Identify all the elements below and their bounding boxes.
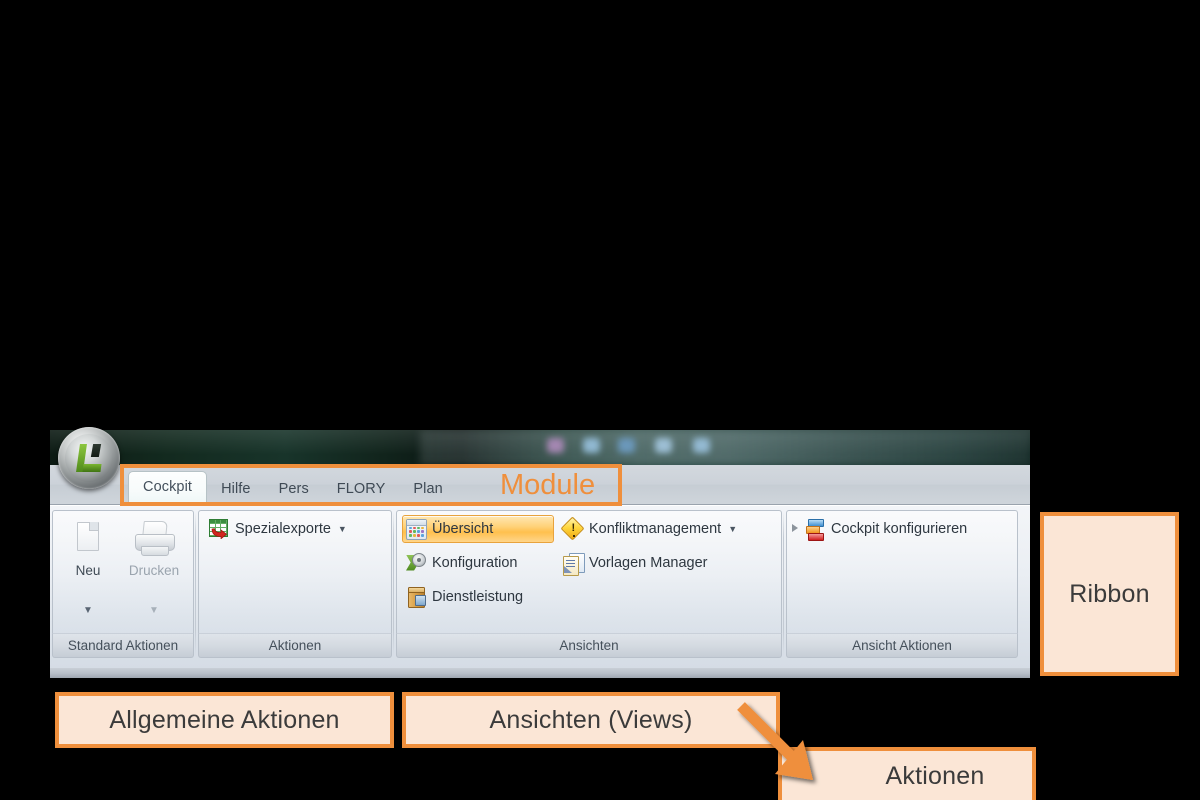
group-label-standard-aktionen: Standard Aktionen <box>52 633 194 658</box>
group-separator-2 <box>393 512 394 656</box>
callout-ansichten-views: Ansichten (Views) <box>402 692 780 748</box>
qa-blob-violet-icon[interactable] <box>547 438 564 453</box>
ribbon-panel: Neu ▼ Drucken ▼ Standard Aktionen Spezia… <box>50 505 1030 668</box>
ribbon-group-standard-aktionen: Neu ▼ Drucken ▼ Standard Aktionen <box>52 510 194 660</box>
button-uebersicht[interactable]: Übersicht <box>402 515 554 543</box>
group-body-standard-aktionen: Neu ▼ Drucken ▼ <box>52 510 194 633</box>
calendar-overview-icon <box>406 518 427 540</box>
titlebar-glass-sheen <box>420 430 1030 465</box>
button-drucken-dropdown-arrow-icon[interactable]: ▼ <box>123 605 185 616</box>
application-menu-orb-button[interactable] <box>58 427 120 489</box>
red-export-arrow-icon <box>211 527 227 539</box>
new-document-icon <box>57 515 119 561</box>
callout-ribbon: Ribbon <box>1040 512 1179 676</box>
button-cockpit-konfigurieren[interactable]: Cockpit konfigurieren <box>791 515 973 543</box>
window-titlebar <box>50 430 1030 465</box>
group-separator-3 <box>783 512 784 656</box>
group-body-aktionen: Spezialexporte ▼ <box>198 510 392 633</box>
button-cockpit-konfigurieren-label: Cockpit konfigurieren <box>831 521 968 537</box>
qa-blob-blue-4-icon[interactable] <box>693 438 710 453</box>
service-box-icon <box>406 586 427 608</box>
group-label-ansichten: Ansichten <box>396 633 782 658</box>
button-dienstleistung[interactable]: Dienstleistung <box>402 583 529 611</box>
button-neu[interactable]: Neu ▼ <box>57 515 119 616</box>
callout-ribbon-label: Ribbon <box>1069 579 1150 608</box>
qa-blob-blue-2-icon[interactable] <box>618 438 635 453</box>
group-body-ansichten: Übersicht ! Konfliktmanagement ▼ Konfigu… <box>396 510 782 633</box>
group-separator-1 <box>195 512 196 656</box>
button-konfliktmanagement-dropdown-arrow-icon[interactable]: ▼ <box>728 524 737 534</box>
printer-icon <box>123 515 185 561</box>
callout-aktionen-label: Aktionen <box>885 761 985 790</box>
ribbon-group-ansichten: Übersicht ! Konfliktmanagement ▼ Konfigu… <box>396 510 782 660</box>
screenshot-canvas: Cockpit Hilfe Pers FLORY Plan Neu ▼ Druc… <box>0 0 1200 800</box>
expander-triangle-icon[interactable] <box>792 524 798 532</box>
button-spezialexporte-label: Spezialexporte <box>235 521 331 537</box>
qa-blob-blue-3-icon[interactable] <box>655 438 672 453</box>
spreadsheet-export-icon <box>209 518 230 540</box>
button-dienstleistung-label: Dienstleistung <box>432 589 524 605</box>
button-drucken[interactable]: Drucken ▼ <box>123 515 185 616</box>
document-stack-icon <box>563 552 585 576</box>
gear-arrow-icon <box>406 552 427 574</box>
group-body-ansicht-aktionen: Cockpit konfigurieren <box>786 510 1018 633</box>
group-label-aktionen: Aktionen <box>198 633 392 658</box>
callout-allgemeine-aktionen-label: Allgemeine Aktionen <box>109 705 340 734</box>
button-spezialexporte[interactable]: Spezialexporte ▼ <box>205 515 353 543</box>
button-neu-label: Neu <box>75 563 101 578</box>
cockpit-configure-icon <box>805 518 826 541</box>
button-konfliktmanagement[interactable]: ! Konfliktmanagement ▼ <box>559 515 743 543</box>
app-orb-logo-icon <box>76 444 102 472</box>
button-konfiguration-label: Konfiguration <box>432 555 518 571</box>
window-bottom-edge <box>50 668 1030 678</box>
button-drucken-label: Drucken <box>128 563 180 578</box>
qa-blob-blue-1-icon[interactable] <box>583 438 600 453</box>
button-uebersicht-label: Übersicht <box>432 521 494 537</box>
button-spezialexporte-dropdown-arrow-icon[interactable]: ▼ <box>338 524 347 534</box>
annotation-arrow-icon <box>737 702 813 780</box>
button-konfliktmanagement-label: Konfliktmanagement <box>589 521 722 537</box>
warning-diamond-icon: ! <box>560 515 585 541</box>
callout-allgemeine-aktionen: Allgemeine Aktionen <box>55 692 394 748</box>
button-vorlagen-manager-label: Vorlagen Manager <box>589 555 708 571</box>
ribbon-group-aktionen: Spezialexporte ▼ Aktionen <box>198 510 392 660</box>
annotation-module-label: Module <box>500 469 596 501</box>
button-vorlagen-manager[interactable]: Vorlagen Manager <box>559 549 714 577</box>
button-konfiguration[interactable]: Konfiguration <box>402 549 523 577</box>
group-label-ansicht-aktionen: Ansicht Aktionen <box>786 633 1018 658</box>
callout-ansichten-views-label: Ansichten (Views) <box>489 705 693 734</box>
ribbon-group-ansicht-aktionen: Cockpit konfigurieren Ansicht Aktionen <box>786 510 1018 660</box>
button-neu-dropdown-arrow-icon[interactable]: ▼ <box>57 605 119 616</box>
orb-inner-disc <box>65 434 113 482</box>
